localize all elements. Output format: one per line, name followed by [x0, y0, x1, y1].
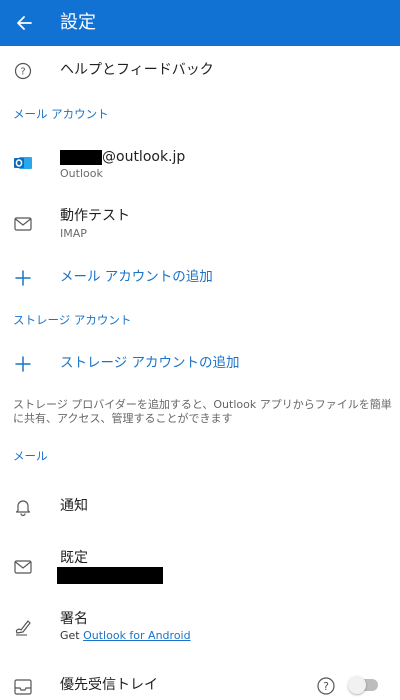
mail-section-header: メール [13, 449, 48, 463]
plus-icon [12, 267, 34, 289]
help-feedback-label: ヘルプとフィードバック [60, 62, 214, 78]
app-bar: 設定 [0, 0, 400, 46]
default-account-row[interactable]: 既定 [0, 540, 400, 596]
bell-icon [12, 496, 34, 518]
mail-accounts-section-header: メール アカウント [13, 107, 109, 121]
focused-inbox-label: 優先受信トレイ [60, 677, 158, 693]
storage-description: ストレージ プロバイダーを追加すると、Outlook アプリからファイルを簡単に… [13, 398, 392, 425]
focused-inbox-row[interactable]: 優先受信トレイ [0, 666, 400, 695]
signature-prefix: Get [60, 629, 84, 642]
add-storage-account-label: ストレージ アカウントの追加 [60, 355, 240, 371]
outlook-account-type: Outlook [60, 167, 103, 180]
default-account-label: 既定 [60, 550, 88, 566]
storage-accounts-section-header: ストレージ アカウント [13, 313, 132, 327]
page-title: 設定 [60, 12, 96, 33]
back-button[interactable] [10, 9, 38, 37]
imap-account-name: 動作テスト [60, 208, 130, 224]
outlook-icon [12, 152, 34, 174]
help-feedback-row[interactable]: ? ヘルプとフィードバック [0, 46, 400, 96]
outlook-account-row[interactable]: @outlook.jp Outlook [0, 136, 400, 192]
outlook-account-email-suffix: @outlook.jp [102, 149, 186, 165]
arrow-left-icon [17, 16, 32, 30]
imap-account-type: IMAP [60, 227, 87, 240]
signature-row[interactable]: 署名 Get Outlook for Android [0, 604, 400, 652]
add-mail-account-button[interactable]: メール アカウントの追加 [0, 258, 400, 298]
outlook-account-email: @outlook.jp [60, 148, 185, 166]
add-mail-account-label: メール アカウントの追加 [60, 269, 213, 285]
mail-icon [12, 213, 34, 235]
notifications-row[interactable]: 通知 [0, 484, 400, 530]
plus-icon [12, 353, 34, 375]
help-circle-icon: ? [12, 60, 34, 82]
inbox-icon [12, 676, 34, 698]
svg-text:?: ? [323, 680, 329, 693]
redacted-username [60, 149, 102, 165]
imap-account-row[interactable]: 動作テスト IMAP [0, 196, 400, 254]
focused-inbox-help-icon[interactable]: ? [316, 676, 336, 696]
svg-text:?: ? [20, 67, 25, 78]
mail-icon [12, 556, 34, 578]
outlook-for-android-link[interactable]: Outlook for Android [83, 629, 190, 642]
redacted-default-account [57, 567, 163, 584]
signature-pen-icon [12, 616, 34, 638]
default-account-value [57, 567, 163, 584]
signature-label: 署名 [60, 611, 88, 627]
notifications-label: 通知 [60, 498, 88, 514]
focused-inbox-toggle[interactable] [348, 676, 378, 694]
toggle-knob [348, 676, 366, 694]
add-storage-account-button[interactable]: ストレージ アカウントの追加 [0, 344, 400, 384]
signature-value: Get Outlook for Android [60, 629, 191, 643]
